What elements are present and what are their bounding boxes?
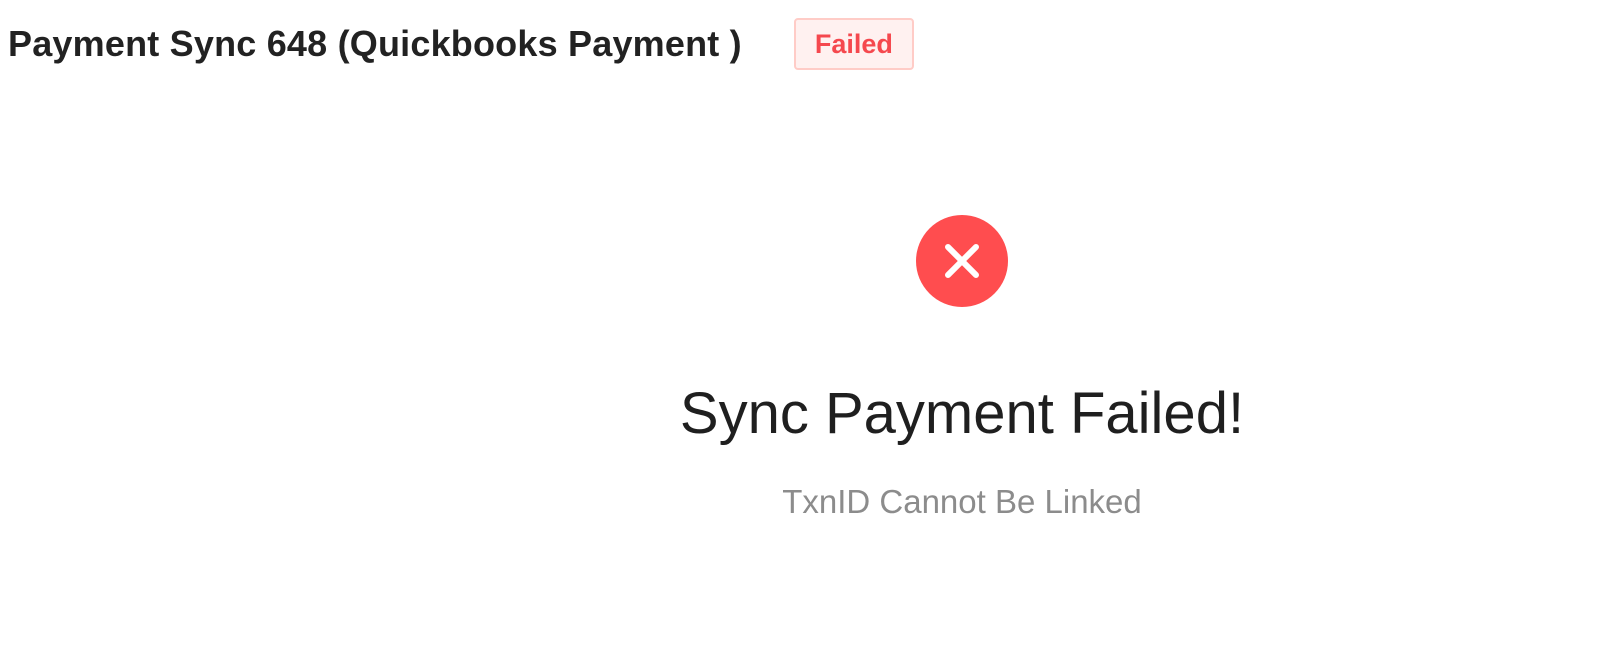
close-circle-icon [916,215,1008,307]
result-panel: Sync Payment Failed! TxnID Cannot Be Lin… [0,0,1600,668]
result-subtitle: TxnID Cannot Be Linked [782,483,1142,520]
payment-sync-page: Payment Sync 648 (Quickbooks Payment ) F… [0,0,1600,668]
result-title: Sync Payment Failed! [679,381,1245,446]
